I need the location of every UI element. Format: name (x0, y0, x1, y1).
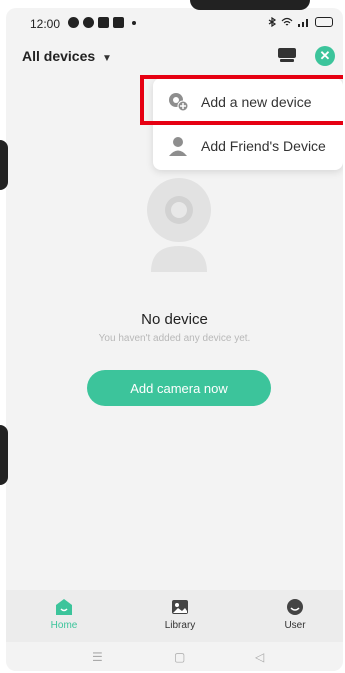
nav-label: Home (50, 620, 78, 631)
chat-notification-icon (68, 17, 79, 28)
add-device-menu: Add a new device Add Friend's Device (153, 78, 343, 170)
nav-item-library[interactable]: Library (150, 598, 210, 631)
menu-item-add-friends-device[interactable]: Add Friend's Device (153, 124, 343, 168)
menu-item-add-new-device[interactable]: Add a new device (153, 80, 343, 124)
notification-icons (68, 17, 136, 28)
bottom-navigation: Home Library User (6, 590, 343, 642)
nav-item-home[interactable]: Home (34, 598, 94, 631)
status-bar: 12:00 (6, 8, 343, 34)
caret-down-icon[interactable]: ▼ (102, 53, 112, 64)
header: All devices ▼ ✕ (6, 44, 343, 76)
user-icon (287, 599, 303, 615)
app-notification-icon (83, 17, 94, 28)
device-filter-label[interactable]: All devices (22, 48, 95, 64)
message-icon[interactable] (278, 48, 296, 62)
image-icon (172, 600, 188, 614)
menu-item-label: Add Friend's Device (201, 138, 326, 154)
close-menu-button[interactable]: ✕ (315, 46, 335, 66)
bag-notification-icon (98, 17, 109, 28)
more-notifications-icon (132, 20, 136, 25)
nav-label: Library (164, 620, 196, 631)
system-navigation-bar: ☰ ▢ ◁ (6, 644, 343, 671)
empty-state-subtitle: You haven't added any device yet. (98, 333, 251, 344)
recent-apps-icon[interactable]: ☰ (92, 650, 103, 664)
mail-notification-icon (113, 17, 124, 28)
system-status-icons (267, 17, 333, 27)
add-device-icon (169, 93, 189, 112)
wifi-icon (281, 17, 293, 26)
back-icon[interactable]: ◁ (255, 650, 264, 664)
home-icon (56, 599, 72, 615)
person-icon (169, 137, 187, 156)
background-decoration (0, 425, 8, 485)
home-system-icon[interactable]: ▢ (174, 650, 185, 664)
background-decoration (0, 140, 8, 190)
bluetooth-icon (268, 17, 277, 27)
empty-state-title: No device (141, 311, 208, 328)
camera-placeholder-icon (147, 178, 211, 272)
menu-item-label: Add a new device (201, 94, 312, 110)
battery-icon (315, 17, 333, 27)
status-time: 12:00 (30, 17, 61, 31)
background-decoration (190, 0, 310, 10)
add-camera-button[interactable]: Add camera now (87, 370, 271, 406)
nav-label: User (284, 620, 306, 631)
app-screen: 12:00 All devices ▼ ✕ Add a new device A… (6, 8, 343, 671)
signal-icon (298, 19, 308, 27)
nav-item-user[interactable]: User (265, 598, 325, 631)
